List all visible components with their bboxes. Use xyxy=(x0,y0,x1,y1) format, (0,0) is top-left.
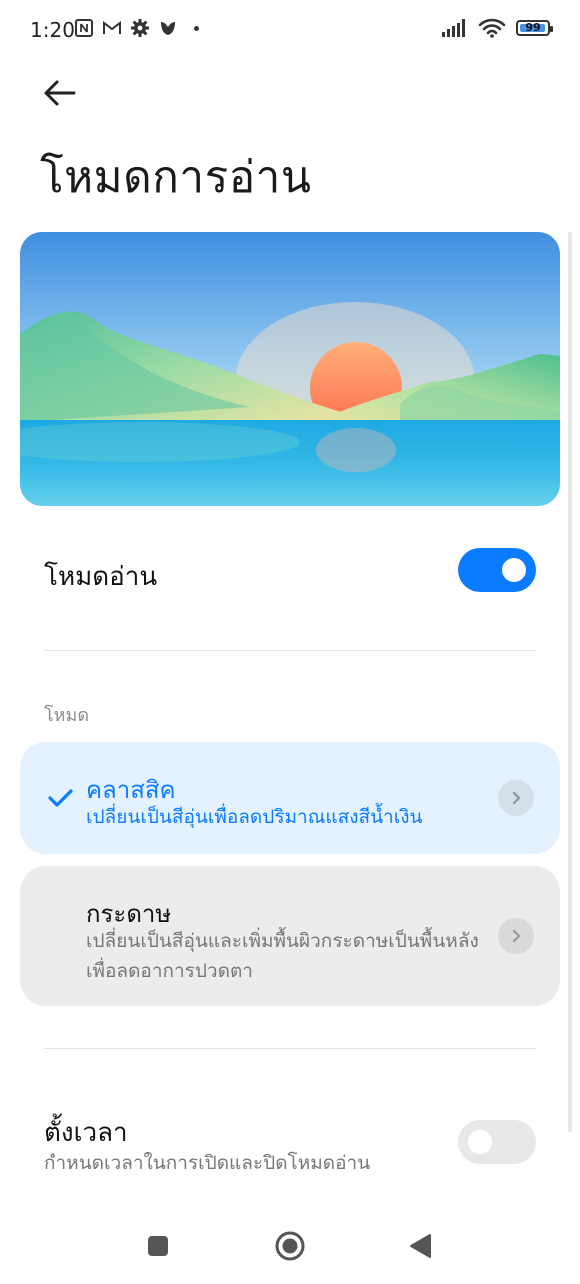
schedule-subtitle: กำหนดเวลาในการเปิดและปิดโหมดอ่าน xyxy=(44,1152,371,1174)
status-time: 1:20 xyxy=(30,18,75,42)
navigation-bar xyxy=(0,1220,580,1280)
signal-icon xyxy=(442,19,465,37)
sunset-landscape-image xyxy=(20,232,560,506)
wifi-icon xyxy=(478,18,506,38)
check-icon xyxy=(48,789,73,807)
mode-option-paper[interactable]: กระดาษ เปลี่ยนเป็นสีอุ่นและเพิ่มพื้นผิวก… xyxy=(20,866,560,1006)
back-nav-button[interactable] xyxy=(400,1226,440,1266)
chevron-right-icon[interactable] xyxy=(498,780,534,816)
reading-mode-label: โหมดอ่าน xyxy=(44,562,158,592)
modes-section-heading: โหมด xyxy=(44,705,90,726)
square-icon xyxy=(148,1236,168,1256)
recents-button[interactable] xyxy=(138,1226,178,1266)
circle-icon xyxy=(275,1231,305,1261)
dot-icon xyxy=(194,25,199,31)
battery-icon: 99 xyxy=(516,20,553,36)
reading-mode-illustration xyxy=(20,232,560,506)
schedule-label: ตั้งเวลา xyxy=(44,1118,128,1148)
chevron-right-icon[interactable] xyxy=(498,918,534,954)
toggle-knob xyxy=(502,558,526,582)
system-icons: 99 xyxy=(442,18,553,38)
scrollbar[interactable] xyxy=(568,232,572,1132)
mode-option-subtitle: เปลี่ยนเป็นสีอุ่นและเพิ่มพื้นผิวกระดาษเป… xyxy=(86,930,479,982)
mode-option-classic[interactable]: คลาสสิค เปลี่ยนเป็นสีอุ่นเพื่อลดปริมาณแส… xyxy=(20,742,560,854)
divider xyxy=(44,1048,536,1049)
triangle-back-icon xyxy=(410,1234,431,1258)
battery-level: 99 xyxy=(525,21,541,34)
home-button[interactable] xyxy=(270,1226,310,1266)
schedule-toggle[interactable] xyxy=(458,1120,536,1164)
divider xyxy=(44,650,536,651)
nfc-icon xyxy=(75,19,93,37)
gear-icon xyxy=(131,19,149,37)
page-title: โหมดการอ่าน xyxy=(40,152,312,203)
reading-mode-toggle[interactable] xyxy=(458,548,536,592)
notification-icons xyxy=(74,18,199,38)
mode-option-subtitle: เปลี่ยนเป็นสีอุ่นเพื่อลดปริมาณแสงสีน้ำเง… xyxy=(86,806,423,828)
tulip-icon xyxy=(161,22,175,35)
back-arrow-icon xyxy=(44,80,76,106)
gmail-icon xyxy=(103,21,121,34)
toggle-knob xyxy=(468,1130,492,1154)
status-bar: 1:20 99 xyxy=(0,0,580,62)
back-button[interactable] xyxy=(40,76,80,110)
